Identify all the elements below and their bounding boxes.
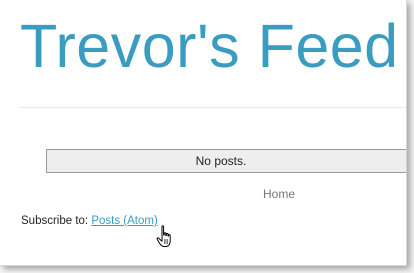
hand-pointer-icon [156,225,171,247]
blog-title[interactable]: Trevor's Feed [20,8,399,84]
subscribe-label: Subscribe to: [21,215,89,227]
header-divider [20,107,406,108]
posts-atom-link[interactable]: Posts (Atom) [91,215,157,227]
screenshot-canvas: Trevor's Feed No posts. Home Subscribe t… [0,0,414,273]
home-link[interactable]: Home [263,187,295,201]
no-posts-message: No posts. [46,149,406,173]
browser-viewport: Trevor's Feed No posts. Home Subscribe t… [0,0,407,266]
subscribe-section: Subscribe to: Posts (Atom) [21,215,158,227]
